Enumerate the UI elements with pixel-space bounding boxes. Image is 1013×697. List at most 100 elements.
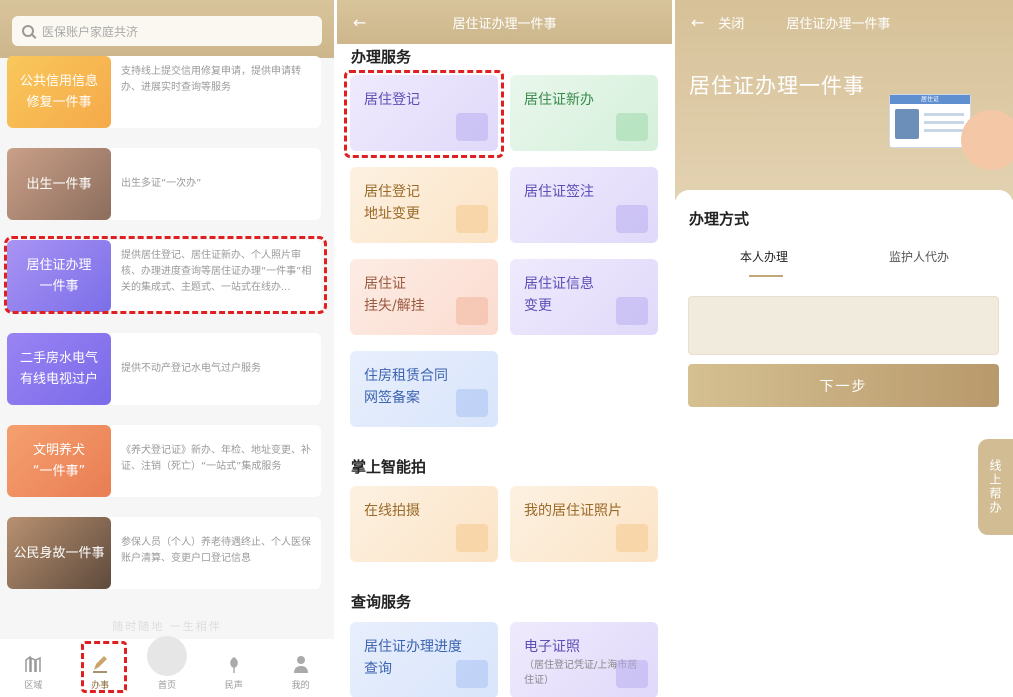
nav-label: 民声 bbox=[224, 681, 243, 691]
card-line bbox=[924, 121, 964, 124]
tile-label: 我的居住证照片 bbox=[524, 503, 622, 519]
page-title: 居住证办理一件事 bbox=[452, 16, 557, 32]
nav-mine[interactable]: 我的 bbox=[281, 654, 321, 691]
card-line bbox=[924, 129, 964, 132]
nav-label: 我的 bbox=[291, 681, 310, 691]
nav-voice[interactable]: 民声 bbox=[214, 654, 254, 691]
next-button[interactable]: 下一步 bbox=[688, 364, 999, 407]
image-icon bbox=[616, 524, 648, 552]
card-title: “一件事” bbox=[32, 464, 86, 479]
tab-guardian[interactable]: 监护人代办 bbox=[889, 248, 949, 265]
tile-label: 居住证信息 bbox=[524, 276, 594, 292]
card-thumb: 文明养犬 “一件事” bbox=[7, 425, 111, 497]
tile-label: 在线拍摄 bbox=[364, 503, 420, 519]
sheet-title: 办理方式 bbox=[689, 210, 750, 228]
card-thumb: 公民身故一件事 bbox=[7, 517, 111, 589]
search-input[interactable]: 医保账户家庭共济 bbox=[12, 16, 322, 46]
back-arrow-icon[interactable]: ← bbox=[353, 13, 366, 32]
method-sheet: 办理方式 本人办理 监护人代办 下一步 bbox=[675, 190, 1013, 697]
section-title: 查询服务 bbox=[351, 593, 412, 611]
highlight-box bbox=[81, 641, 127, 693]
card-title: 修复一件事 bbox=[26, 95, 92, 110]
card-thumb: 公共信用信息 修复一件事 bbox=[7, 56, 111, 128]
tile-label: 电子证照 bbox=[524, 639, 580, 655]
card-title: 二手房水电气 bbox=[19, 351, 98, 366]
top-bar: 医保账户家庭共济 bbox=[0, 0, 334, 58]
online-help-button[interactable]: 线上帮办 bbox=[978, 439, 1013, 535]
tile-new-permit[interactable]: 居住证新办 bbox=[510, 75, 658, 151]
tile-label: 居住证新办 bbox=[524, 92, 594, 108]
nav-label: 首页 bbox=[157, 681, 176, 691]
search-icon bbox=[22, 25, 34, 37]
block-icon bbox=[456, 297, 488, 325]
card-desc: 《养犬登记证》新办、年检、地址变更、补证、注销（死亡）“一站式”集成服务 bbox=[121, 445, 311, 472]
section-title: 办理服务 bbox=[351, 48, 412, 66]
list-item[interactable]: 文明养犬 “一件事” 《养犬登记证》新办、年检、地址变更、补证、注销（死亡）“一站… bbox=[7, 425, 321, 497]
highlight-box bbox=[344, 70, 504, 158]
card-icon bbox=[616, 113, 648, 141]
card-desc: 出生多证“一次办” bbox=[121, 178, 202, 189]
top-bar: ← 关闭 居住证办理一件事 bbox=[675, 0, 1013, 44]
id-card-illustration: 居住证 bbox=[889, 94, 971, 148]
tile-label: 住房租赁合同 bbox=[364, 368, 448, 384]
residence-permit-services-panel: ← 居住证办理一件事 办理服务 居住登记 居住证新办 居住登记 地址变更 居住证… bbox=[337, 0, 672, 697]
highlight-box bbox=[4, 236, 327, 314]
tile-info-change[interactable]: 居住证信息 变更 bbox=[510, 259, 658, 335]
card-desc: 支持线上提交信用修复申请，提供申请转办、进展实时查询等服务 bbox=[121, 66, 301, 93]
tile-progress-query[interactable]: 居住证办理进度 查询 bbox=[350, 622, 498, 697]
home-icon bbox=[146, 636, 187, 676]
star-doc-icon bbox=[456, 389, 488, 417]
list-item[interactable]: 公共信用信息 修复一件事 支持线上提交信用修复申请，提供申请转办、进展实时查询等服… bbox=[7, 56, 321, 128]
list-item[interactable]: 公民身故一件事 参保人员（个人）养老待遇终止、个人医保账户清算、变更户口登记信息 bbox=[7, 517, 321, 589]
person-icon bbox=[293, 656, 308, 673]
card-thumb: 出生一件事 bbox=[7, 148, 111, 220]
card-title: 公共信用信息 bbox=[19, 74, 98, 89]
handling-method-panel: ← 关闭 居住证办理一件事 居住证办理一件事 居住证 办理方式 本人办理 监护人… bbox=[675, 0, 1013, 697]
nav-label: 区域 bbox=[24, 681, 43, 691]
services-list-panel: 医保账户家庭共济 公共信用信息 修复一件事 支持线上提交信用修复申请，提供申请转办… bbox=[0, 0, 334, 697]
card-title: 出生一件事 bbox=[26, 176, 92, 192]
page-title: 居住证办理一件事 bbox=[786, 16, 891, 32]
tile-my-photo[interactable]: 我的居住证照片 bbox=[510, 486, 658, 562]
hero-title: 居住证办理一件事 bbox=[689, 74, 865, 98]
card-header: 居住证 bbox=[890, 95, 970, 104]
tile-label: 居住证签注 bbox=[524, 184, 594, 200]
close-button[interactable]: 关闭 bbox=[718, 13, 744, 32]
top-bar: ← 居住证办理一件事 bbox=[337, 0, 672, 44]
tile-address-change[interactable]: 居住登记 地址变更 bbox=[350, 167, 498, 243]
refresh-icon bbox=[616, 297, 648, 325]
tile-rental-contract[interactable]: 住房租赁合同 网签备案 bbox=[350, 351, 498, 427]
hand-illustration bbox=[961, 110, 1013, 170]
bottom-nav: 区域 办事 首页 民声 我的 bbox=[0, 636, 334, 697]
tile-report-loss[interactable]: 居住证 挂失/解挂 bbox=[350, 259, 498, 335]
back-arrow-icon[interactable]: ← bbox=[691, 13, 704, 32]
card-thumb: 二手房水电气 有线电视过户 bbox=[7, 333, 111, 405]
nav-home[interactable]: 首页 bbox=[146, 636, 187, 691]
list-icon bbox=[456, 660, 488, 688]
nav-region[interactable]: 区域 bbox=[13, 654, 53, 691]
card-title: 有线电视过户 bbox=[19, 372, 98, 387]
list-item[interactable]: 二手房水电气 有线电视过户 提供不动产登记水电气过户服务 bbox=[7, 333, 321, 405]
tab-indicator bbox=[749, 275, 783, 277]
list-item[interactable]: 出生一件事 出生多证“一次办” bbox=[7, 148, 321, 220]
edit-icon bbox=[616, 205, 648, 233]
card-line bbox=[924, 113, 964, 116]
section-title: 掌上智能拍 bbox=[351, 458, 427, 476]
tile-label: 居住证办理进度 bbox=[364, 639, 462, 655]
card-title: 公民身故一件事 bbox=[13, 545, 105, 561]
building-icon bbox=[616, 660, 648, 688]
swap-icon bbox=[456, 205, 488, 233]
card-desc: 提供不动产登记水电气过户服务 bbox=[121, 363, 261, 374]
tile-permit-endorsement[interactable]: 居住证签注 bbox=[510, 167, 658, 243]
info-field[interactable] bbox=[688, 296, 999, 355]
tile-online-photo[interactable]: 在线拍摄 bbox=[350, 486, 498, 562]
card-title: 文明养犬 bbox=[32, 443, 85, 458]
tile-label: 居住证 bbox=[364, 276, 406, 292]
tile-label: 居住登记 bbox=[364, 184, 420, 200]
tulip-icon bbox=[229, 657, 238, 673]
search-placeholder: 医保账户家庭共济 bbox=[42, 24, 139, 39]
avatar bbox=[895, 109, 919, 139]
slogan: 随时随地 一生相伴 bbox=[112, 620, 222, 633]
tile-e-license[interactable]: 电子证照 （居住登记凭证/上海市居住证） bbox=[510, 622, 658, 697]
tab-self[interactable]: 本人办理 bbox=[740, 248, 788, 265]
